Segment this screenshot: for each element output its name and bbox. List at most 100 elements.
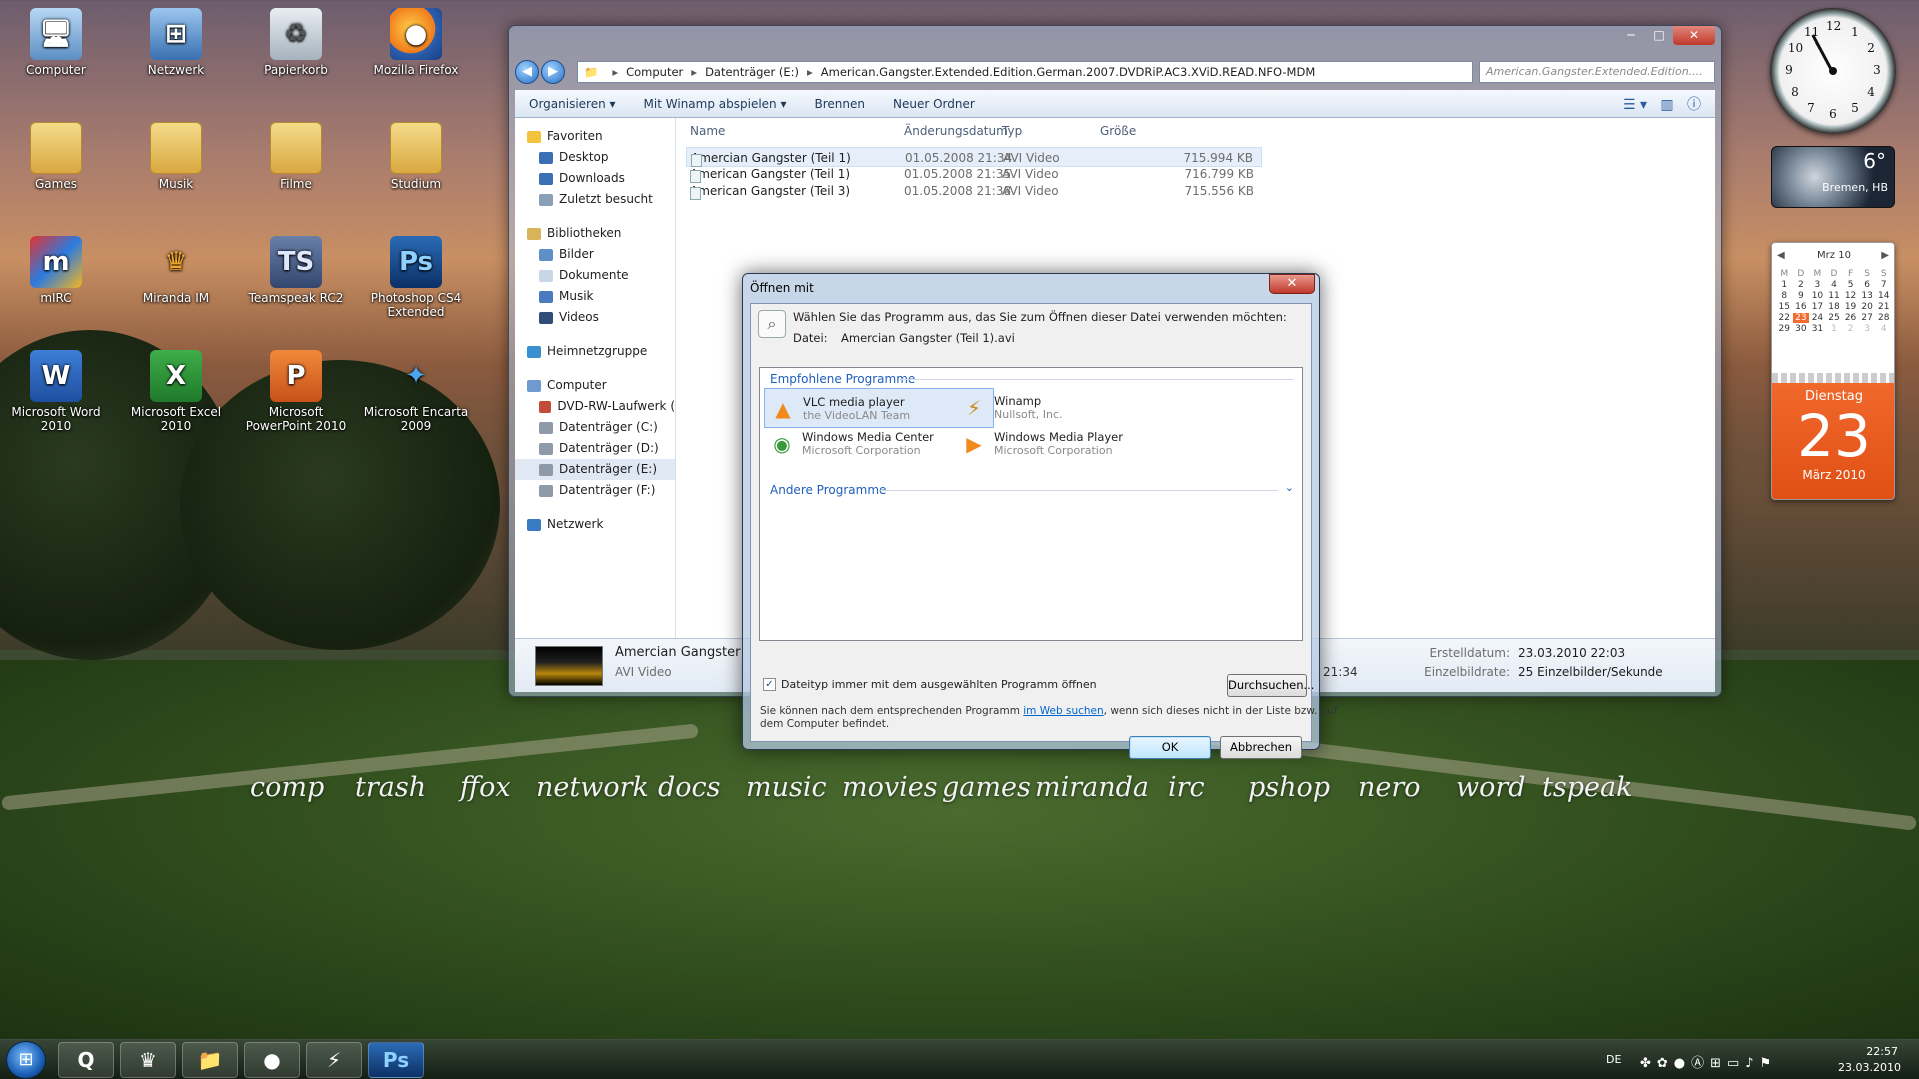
desktop-icon[interactable]: m mIRC bbox=[0, 236, 112, 305]
dock-label-miranda[interactable]: miranda bbox=[1035, 772, 1149, 803]
nav-item[interactable]: Videos bbox=[515, 307, 675, 328]
tray-date[interactable]: 23.03.2010 bbox=[1838, 1061, 1901, 1079]
desktop-icon[interactable]: ● Mozilla Firefox bbox=[360, 8, 472, 77]
calendar-day-cell[interactable]: 2 bbox=[1793, 280, 1810, 290]
taskbar-app-button[interactable]: ♛ bbox=[120, 1042, 176, 1078]
calendar-day-cell[interactable]: 4 bbox=[1875, 324, 1892, 334]
desktop-icon[interactable]: Ps Photoshop CS4 Extended bbox=[360, 236, 472, 319]
view-icon[interactable]: ☰ ▾ ▥ ⓘ bbox=[1623, 94, 1715, 114]
desktop-icon[interactable]: Games bbox=[0, 122, 112, 191]
dock-label-pshop[interactable]: pshop bbox=[1248, 772, 1330, 803]
nav-item[interactable]: Computer bbox=[515, 375, 675, 396]
taskbar-app-button[interactable]: ⚡ bbox=[306, 1042, 362, 1078]
calendar-day-cell[interactable]: 24 bbox=[1809, 313, 1826, 323]
web-search-link[interactable]: im Web suchen bbox=[1023, 705, 1103, 717]
column-date[interactable]: Änderungsdatum bbox=[904, 124, 1008, 138]
search-input[interactable]: American.Gangster.Extended.Edition.... bbox=[1479, 61, 1715, 83]
address-bar[interactable]: 📁 ▸ Computer ▸ Datenträger (E:) ▸ American.Gan… bbox=[577, 61, 1473, 83]
open-with-dialog[interactable]: Öffnen mit ✕ ⌕ Wählen Sie das Programm a… bbox=[742, 273, 1338, 759]
calendar-day-cell[interactable]: 1 bbox=[1826, 324, 1843, 334]
calendar-day-cell[interactable]: 20 bbox=[1859, 302, 1876, 312]
dock-label-music[interactable]: music bbox=[746, 772, 827, 803]
dock-label-network[interactable]: network bbox=[536, 772, 649, 803]
file-row[interactable]: American Gangster (Teil 3) 01.05.2008 21:… bbox=[686, 181, 1262, 201]
desktop-icon[interactable]: Studium bbox=[360, 122, 472, 191]
calendar-day-cell[interactable]: 16 bbox=[1793, 302, 1810, 312]
tray-icons[interactable]: ✤✿●Ⓐ⊞▭♪⚑ bbox=[1640, 1052, 1777, 1079]
breadcrumb-separator-icon[interactable]: ▸ bbox=[807, 65, 813, 79]
calendar-day-cell[interactable]: 12 bbox=[1842, 291, 1859, 301]
nav-item[interactable]: Downloads bbox=[515, 168, 675, 189]
nav-item[interactable]: Dokumente bbox=[515, 265, 675, 286]
calendar-day-cell[interactable]: 13 bbox=[1859, 291, 1876, 301]
nav-item[interactable]: Favoriten bbox=[515, 126, 675, 147]
calendar-day-cell[interactable]: 28 bbox=[1875, 313, 1892, 323]
desktop-icon[interactable]: ♛ Miranda IM bbox=[120, 236, 232, 305]
desktop-icon[interactable]: W Microsoft Word 2010 bbox=[0, 350, 112, 433]
taskbar-app-button[interactable]: Ps bbox=[368, 1042, 424, 1078]
taskbar-app-button[interactable]: Q bbox=[58, 1042, 114, 1078]
organize-button[interactable]: Organisieren ▾ bbox=[515, 97, 630, 111]
calendar-day-cell[interactable]: 1 bbox=[1776, 280, 1793, 290]
close-icon[interactable]: ✕ bbox=[1673, 26, 1715, 45]
column-type[interactable]: Typ bbox=[1002, 124, 1022, 138]
dock-label-tspeak[interactable]: tspeak bbox=[1542, 772, 1632, 803]
nav-item[interactable]: Netzwerk bbox=[515, 514, 675, 535]
calendar-day-cell[interactable]: 31 bbox=[1809, 324, 1826, 334]
nav-item[interactable]: Desktop bbox=[515, 147, 675, 168]
calendar-day-cell[interactable]: 5 bbox=[1842, 280, 1859, 290]
language-indicator[interactable]: DE bbox=[1606, 1053, 1621, 1079]
nav-item[interactable]: Datenträger (E:) bbox=[515, 459, 675, 480]
other-programs-label[interactable]: Andere Programme bbox=[770, 483, 886, 497]
calendar-day-cell[interactable]: 30 bbox=[1793, 324, 1810, 334]
taskbar-app-button[interactable]: ● bbox=[244, 1042, 300, 1078]
desktop-icon[interactable]: ⊞ Netzwerk bbox=[120, 8, 232, 77]
next-month-icon[interactable]: ▶ bbox=[1881, 250, 1889, 261]
breadcrumb-separator-icon[interactable]: ▸ bbox=[691, 65, 697, 79]
breadcrumb-item[interactable]: American.Gangster.Extended.Edition.Germa… bbox=[821, 65, 1315, 79]
calendar-day-cell[interactable]: 7 bbox=[1875, 280, 1892, 290]
new-folder-button[interactable]: Neuer Ordner bbox=[879, 97, 989, 111]
calendar-day-cell[interactable]: 14 bbox=[1875, 291, 1892, 301]
dock-label-movies[interactable]: movies bbox=[842, 772, 938, 803]
desktop-icon[interactable]: X Microsoft Excel 2010 bbox=[120, 350, 232, 433]
nav-item[interactable]: Bilder bbox=[515, 244, 675, 265]
calendar-day-cell[interactable]: 17 bbox=[1809, 302, 1826, 312]
program-item[interactable]: ⚡ Winamp Nullsoft, Inc. bbox=[956, 388, 1186, 428]
calendar-day-cell[interactable]: 29 bbox=[1776, 324, 1793, 334]
dock-label-docs[interactable]: docs bbox=[658, 772, 721, 803]
dock-label-comp[interactable]: comp bbox=[250, 772, 324, 803]
calendar-day-cell[interactable]: 10 bbox=[1809, 291, 1826, 301]
nav-item[interactable]: DVD-RW-Laufwerk ( bbox=[515, 396, 675, 417]
dock-label-ffox[interactable]: ffox bbox=[460, 772, 511, 803]
desktop-icon[interactable]: Musik bbox=[120, 122, 232, 191]
dock-label-word[interactable]: word bbox=[1456, 772, 1526, 803]
calendar-day-cell[interactable]: 21 bbox=[1875, 302, 1892, 312]
calendar-day-cell[interactable]: 4 bbox=[1826, 280, 1843, 290]
nav-item[interactable]: Datenträger (C:) bbox=[515, 417, 675, 438]
column-name[interactable]: Name bbox=[690, 124, 725, 138]
desktop-icon[interactable]: 🖥 Computer bbox=[0, 8, 112, 77]
always-open-checkbox[interactable]: ✓ bbox=[763, 678, 776, 691]
calendar-day-cell[interactable]: 23 bbox=[1792, 313, 1810, 323]
desktop-icon[interactable]: TS Teamspeak RC2 bbox=[240, 236, 352, 305]
dock-label-games[interactable]: games bbox=[942, 772, 1031, 803]
ok-button[interactable]: OK bbox=[1129, 736, 1211, 759]
calendar-day-cell[interactable]: 25 bbox=[1826, 313, 1843, 323]
dock-label-trash[interactable]: trash bbox=[355, 772, 426, 803]
nav-item[interactable]: Zuletzt besucht bbox=[515, 189, 675, 210]
maximize-icon[interactable]: □ bbox=[1645, 26, 1673, 45]
back-button[interactable]: ◀ bbox=[515, 60, 539, 84]
minimize-icon[interactable]: ─ bbox=[1617, 26, 1645, 45]
calendar-day-cell[interactable]: 27 bbox=[1859, 313, 1876, 323]
calendar-day-cell[interactable]: 18 bbox=[1826, 302, 1843, 312]
expand-chevron-icon[interactable]: ⌄ bbox=[1285, 481, 1294, 494]
dock-label-nero[interactable]: nero bbox=[1358, 772, 1421, 803]
desktop-icon[interactable]: ♻ Papierkorb bbox=[240, 8, 352, 77]
desktop-icon[interactable]: P Microsoft PowerPoint 2010 bbox=[240, 350, 352, 433]
calendar-day-cell[interactable]: 22 bbox=[1776, 313, 1793, 323]
calendar-day-cell[interactable]: 11 bbox=[1826, 291, 1843, 301]
dock-label-irc[interactable]: irc bbox=[1168, 772, 1205, 803]
clock-gadget[interactable]: 12 1 2 3 4 5 6 7 8 9 10 11 bbox=[1770, 8, 1896, 134]
calendar-day-cell[interactable]: 9 bbox=[1793, 291, 1810, 301]
